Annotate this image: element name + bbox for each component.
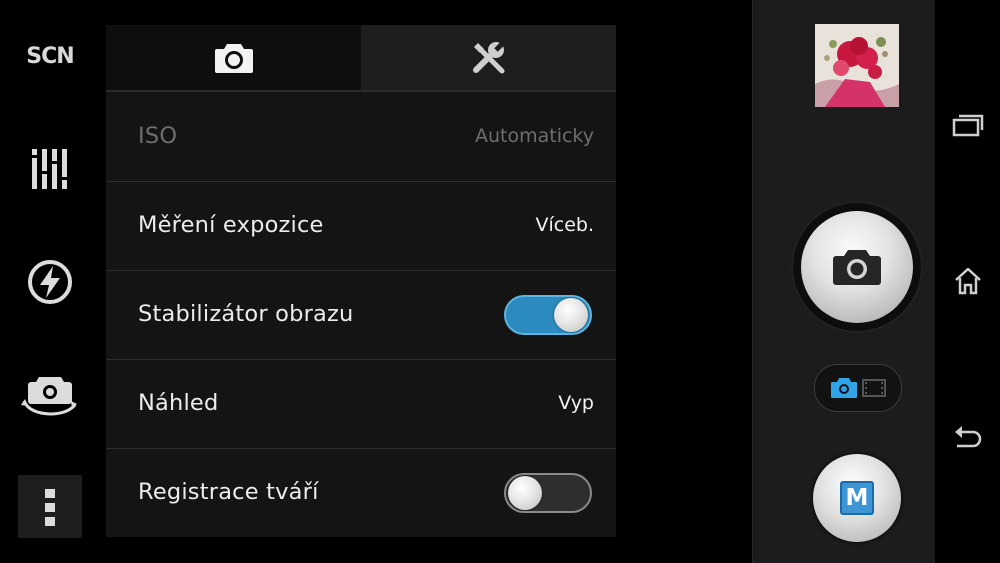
setting-stabilizer[interactable]: Stabilizátor obrazu bbox=[106, 270, 616, 360]
camera-icon bbox=[833, 250, 881, 285]
manual-mode-badge: M bbox=[840, 481, 874, 515]
toggle-knob bbox=[554, 298, 588, 332]
recent-apps-button[interactable] bbox=[949, 106, 987, 144]
tools-icon bbox=[472, 40, 506, 74]
setting-preview[interactable]: Náhled Vyp bbox=[106, 359, 616, 449]
scene-label: SCN bbox=[26, 43, 74, 69]
setting-metering[interactable]: Měření expozice Víceb. bbox=[106, 181, 616, 271]
back-icon bbox=[955, 426, 982, 448]
flower-photo bbox=[815, 24, 899, 107]
face-registration-toggle[interactable] bbox=[504, 473, 592, 513]
metering-label: Měření expozice bbox=[138, 212, 324, 238]
flash-button[interactable] bbox=[18, 250, 82, 314]
camera-controls: M bbox=[752, 0, 935, 563]
left-toolbar: SCN bbox=[0, 0, 100, 563]
back-button[interactable] bbox=[949, 418, 987, 456]
video-mode-icon bbox=[862, 379, 886, 397]
more-options-button[interactable] bbox=[18, 475, 82, 538]
settings-button[interactable] bbox=[18, 137, 82, 201]
settings-panel: ISO Automaticky Měření expozice Víceb. S… bbox=[106, 25, 616, 537]
setting-face-registration[interactable]: Registrace tváří bbox=[106, 448, 616, 537]
home-icon bbox=[955, 267, 981, 295]
stabilizer-label: Stabilizátor obrazu bbox=[138, 301, 354, 327]
home-button[interactable] bbox=[949, 262, 987, 300]
preview-value: Vyp bbox=[558, 392, 594, 414]
settings-sliders-icon bbox=[32, 149, 67, 189]
camera-icon bbox=[214, 44, 253, 73]
flash-auto-icon bbox=[28, 260, 72, 304]
shutter-button[interactable] bbox=[801, 211, 913, 323]
recent-apps-icon bbox=[952, 114, 984, 137]
navigation-bar bbox=[935, 0, 1000, 563]
photo-mode-icon bbox=[831, 378, 857, 398]
stabilizer-toggle[interactable] bbox=[504, 295, 592, 335]
settings-tabs bbox=[106, 25, 616, 91]
iso-label: ISO bbox=[138, 123, 178, 149]
toggle-knob bbox=[508, 476, 542, 510]
capture-mode-switch[interactable] bbox=[814, 364, 902, 412]
metering-value: Víceb. bbox=[535, 214, 594, 236]
tab-camera-settings[interactable] bbox=[106, 25, 361, 91]
tab-general-settings[interactable] bbox=[361, 25, 616, 91]
switch-camera-button[interactable] bbox=[18, 363, 82, 427]
switch-camera-icon bbox=[21, 377, 77, 416]
last-photo-thumbnail[interactable] bbox=[815, 24, 899, 107]
manual-mode-button[interactable]: M bbox=[813, 454, 901, 542]
iso-value: Automaticky bbox=[474, 125, 594, 147]
scene-mode-button[interactable]: SCN bbox=[18, 24, 82, 88]
more-options-icon bbox=[45, 488, 55, 526]
setting-iso: ISO Automaticky bbox=[106, 92, 616, 182]
face-registration-label: Registrace tváří bbox=[138, 479, 319, 505]
shutter-button-ring bbox=[793, 203, 921, 331]
preview-label: Náhled bbox=[138, 390, 219, 416]
